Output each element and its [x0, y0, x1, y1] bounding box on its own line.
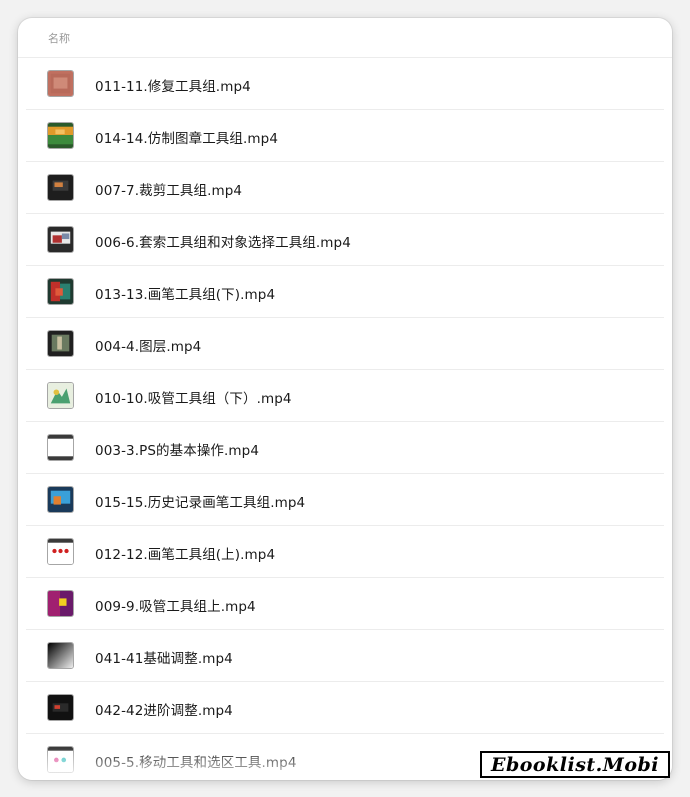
- file-row[interactable]: 042-42进阶调整.mp4: [18, 682, 672, 734]
- file-name: 042-42进阶调整.mp4: [95, 703, 233, 719]
- file-name: 014-14.仿制图章工具组.mp4: [95, 131, 279, 147]
- file-row[interactable]: 012-12.画笔工具组(上).mp4: [18, 526, 672, 578]
- file-row[interactable]: 015-15.历史记录画笔工具组.mp4: [18, 474, 672, 526]
- file-name: 006-6.套索工具组和对象选择工具组.mp4: [95, 235, 351, 251]
- video-thumbnail-icon: [47, 278, 74, 305]
- video-thumbnail-icon: [47, 382, 74, 409]
- file-row[interactable]: 013-13.画笔工具组(下).mp4: [18, 266, 672, 318]
- file-name: 012-12.画笔工具组(上).mp4: [95, 547, 276, 563]
- watermark-text: Ebooklist.Mobi: [490, 753, 659, 776]
- file-name: 010-10.吸管工具组（下）.mp4: [95, 391, 292, 407]
- file-row[interactable]: 007-7.裁剪工具组.mp4: [18, 162, 672, 214]
- video-thumbnail-icon: [47, 590, 74, 617]
- file-name: 003-3.PS的基本操作.mp4: [95, 443, 260, 459]
- video-thumbnail-icon: [47, 122, 74, 149]
- file-row[interactable]: 009-9.吸管工具组上.mp4: [18, 578, 672, 630]
- file-name: 005-5.移动工具和选区工具.mp4: [95, 755, 297, 771]
- file-name: 041-41基础调整.mp4: [95, 651, 233, 667]
- file-name: 004-4.图层.mp4: [95, 339, 202, 355]
- file-row[interactable]: 014-14.仿制图章工具组.mp4: [18, 110, 672, 162]
- video-thumbnail-icon: [47, 434, 74, 461]
- file-name: 009-9.吸管工具组上.mp4: [95, 599, 256, 615]
- file-list-window: 名称 011-11.修复工具组.mp4 014-14.仿制图章工具组.mp4 0…: [18, 18, 672, 780]
- video-thumbnail-icon: [47, 174, 74, 201]
- video-thumbnail-icon: [47, 226, 74, 253]
- video-thumbnail-icon: [47, 330, 74, 357]
- watermark-logo: Ebooklist.Mobi: [480, 751, 670, 778]
- video-thumbnail-icon: [47, 486, 74, 513]
- file-row[interactable]: 004-4.图层.mp4: [18, 318, 672, 370]
- file-name: 013-13.画笔工具组(下).mp4: [95, 287, 276, 303]
- file-row[interactable]: 041-41基础调整.mp4: [18, 630, 672, 682]
- video-thumbnail-icon: [47, 694, 74, 721]
- video-thumbnail-icon: [47, 70, 74, 97]
- file-row[interactable]: 011-11.修复工具组.mp4: [18, 58, 672, 110]
- file-name: 015-15.历史记录画笔工具组.mp4: [95, 495, 306, 511]
- file-name: 011-11.修复工具组.mp4: [95, 79, 251, 95]
- file-row[interactable]: 010-10.吸管工具组（下）.mp4: [18, 370, 672, 422]
- video-thumbnail-icon: [47, 746, 74, 773]
- file-name: 007-7.裁剪工具组.mp4: [95, 183, 243, 199]
- column-header-name[interactable]: 名称: [18, 18, 672, 58]
- video-thumbnail-icon: [47, 642, 74, 669]
- file-row[interactable]: 006-6.套索工具组和对象选择工具组.mp4: [18, 214, 672, 266]
- file-row[interactable]: 003-3.PS的基本操作.mp4: [18, 422, 672, 474]
- video-thumbnail-icon: [47, 538, 74, 565]
- column-header-label: 名称: [48, 31, 70, 45]
